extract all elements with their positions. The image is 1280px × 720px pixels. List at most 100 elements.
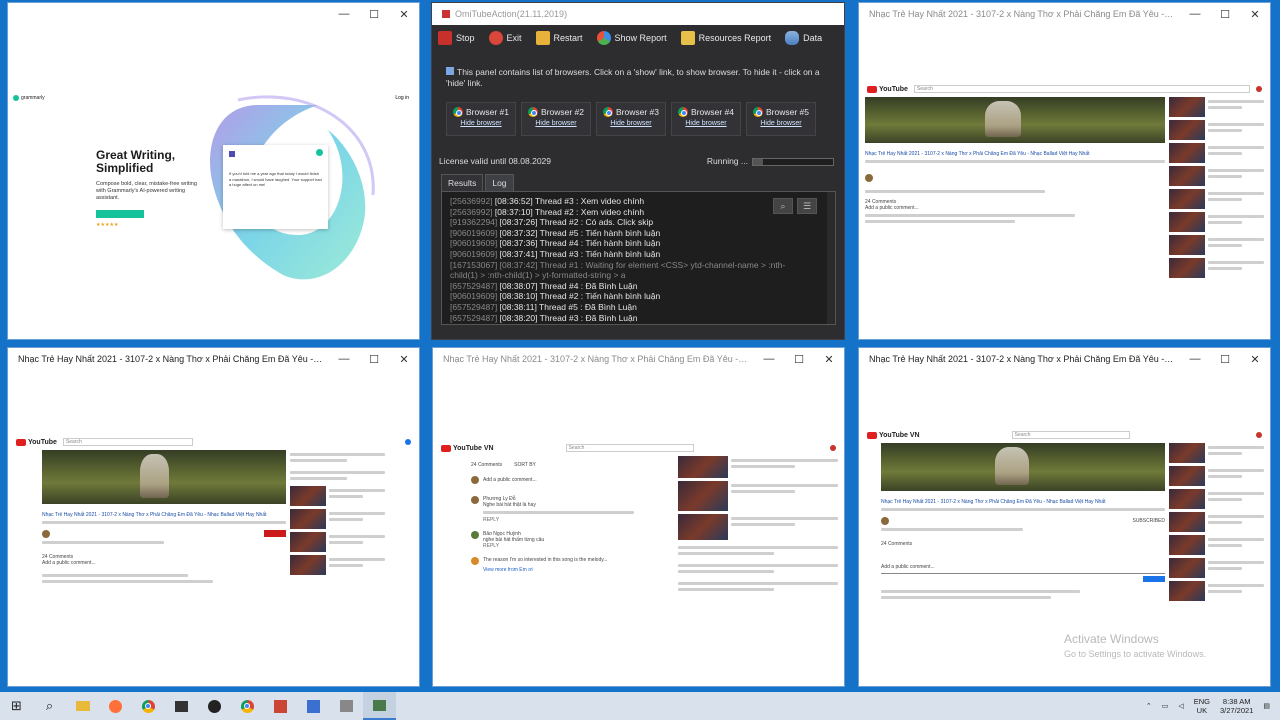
related-item[interactable] (1169, 258, 1264, 278)
related-item[interactable] (290, 468, 385, 483)
signup-button[interactable] (96, 210, 144, 218)
maximize-button[interactable]: ☐ (1210, 353, 1240, 366)
hide-browser-link[interactable]: Hide browser (747, 120, 815, 127)
log-menu-button[interactable]: ☰ (797, 198, 817, 214)
related-item[interactable] (290, 532, 385, 552)
window-titlebar[interactable]: Nhạc Trẻ Hay Nhất 2021 - 3107-2 x Nàng T… (8, 348, 419, 370)
reply-button[interactable]: REPLY (483, 543, 672, 549)
restart-button[interactable]: Restart (535, 31, 583, 45)
related-item[interactable] (678, 514, 838, 540)
start-button[interactable]: ⊞ (0, 692, 33, 720)
related-item[interactable] (1169, 466, 1264, 486)
youtube-search[interactable]: Search (565, 444, 694, 452)
related-item[interactable] (290, 509, 385, 529)
related-item[interactable] (678, 481, 838, 511)
log-box[interactable]: [25636992] [08:36:52] Thread #3 : Xem vi… (441, 191, 836, 325)
omitube-taskbar-icon[interactable] (363, 692, 396, 720)
browser-window-grammarly[interactable]: — ☐ ✕ grammarly Log in Great Writing, Si… (7, 2, 420, 340)
volume-icon[interactable]: ◁ (1178, 702, 1183, 710)
panel-titlebar[interactable]: OmiTubeAction(21.11.2019) (432, 3, 844, 25)
related-item[interactable] (1169, 558, 1264, 578)
related-item[interactable] (290, 486, 385, 506)
add-comment[interactable]: Add a public comment... (42, 560, 286, 566)
minimize-button[interactable]: — (329, 353, 359, 365)
obs-icon[interactable] (198, 692, 231, 720)
browser-window-youtube-3[interactable]: Nhạc Trẻ Hay Nhất 2021 - 3107-2 x Nàng T… (432, 347, 845, 687)
tab-log[interactable]: Log (485, 174, 514, 191)
related-item[interactable] (678, 561, 838, 576)
app-icon-dark[interactable] (165, 692, 198, 720)
exit-button[interactable]: Exit (488, 31, 522, 45)
log-scrollbar[interactable] (827, 192, 835, 324)
chevron-up-icon[interactable]: ⌃ (1146, 702, 1152, 710)
minimize-button[interactable]: — (1180, 8, 1210, 20)
video-player[interactable] (881, 443, 1165, 491)
related-item[interactable] (290, 555, 385, 575)
youtube-logo[interactable]: YouTube VN (441, 444, 494, 452)
maximize-button[interactable]: ☐ (359, 8, 389, 21)
related-item[interactable] (1169, 489, 1264, 509)
related-item[interactable] (1169, 143, 1264, 163)
subscribe-button[interactable] (264, 530, 286, 537)
minimize-button[interactable]: — (1180, 353, 1210, 365)
minimize-button[interactable]: — (329, 8, 359, 20)
video-player[interactable] (865, 97, 1165, 143)
related-item[interactable] (1169, 581, 1264, 601)
login-link[interactable]: Log in (395, 95, 409, 101)
related-item[interactable] (1169, 166, 1264, 186)
hide-browser-link[interactable]: Hide browser (597, 120, 665, 127)
youtube-search[interactable]: Search (62, 438, 193, 446)
file-explorer-icon[interactable] (66, 692, 99, 720)
related-item[interactable] (1169, 212, 1264, 232)
window-titlebar[interactable]: Nhạc Trẻ Hay Nhất 2021 - 3107-2 x Nàng T… (433, 348, 844, 370)
app-icon-red[interactable] (264, 692, 297, 720)
hide-browser-link[interactable]: Hide browser (522, 120, 590, 127)
maximize-button[interactable]: ☐ (359, 353, 389, 366)
add-comment[interactable]: Add a public comment... (483, 477, 537, 483)
close-button[interactable]: ✕ (389, 353, 419, 366)
app-icon-film[interactable] (330, 692, 363, 720)
youtube-search[interactable]: Search (913, 85, 1250, 93)
related-item[interactable] (1169, 512, 1264, 532)
log-search-button[interactable]: ⌕ (773, 198, 793, 214)
subscribe-button[interactable]: SUBSCRIBED (1132, 518, 1165, 524)
language-indicator[interactable]: ENG UK (1194, 697, 1210, 715)
avatar[interactable] (1256, 432, 1263, 438)
video-player[interactable] (42, 450, 286, 504)
comment-submit-button[interactable] (1143, 576, 1165, 582)
minimize-button[interactable]: — (754, 353, 784, 365)
related-item[interactable] (1169, 120, 1264, 140)
hide-browser-link[interactable]: Hide browser (672, 120, 740, 127)
view-more-link[interactable]: View more from Em ơi (483, 567, 672, 573)
related-item[interactable] (290, 450, 385, 465)
close-button[interactable]: ✕ (1240, 353, 1270, 366)
window-titlebar[interactable]: Nhạc Trẻ Hay Nhất 2021 - 3107-2 x Nàng T… (859, 3, 1270, 25)
youtube-logo[interactable]: YouTube (16, 438, 57, 446)
avatar[interactable] (1256, 86, 1262, 92)
related-item[interactable] (1169, 235, 1264, 255)
related-item[interactable] (1169, 97, 1264, 117)
related-item[interactable] (678, 543, 838, 558)
data-button[interactable]: Data (785, 31, 822, 45)
reply-button[interactable]: REPLY (483, 517, 672, 523)
hide-browser-link[interactable]: Hide browser (447, 120, 515, 127)
youtube-search[interactable]: Search (1011, 431, 1130, 439)
resources-report-button[interactable]: Resources Report (680, 31, 771, 45)
stop-button[interactable]: Stop (438, 31, 475, 45)
window-titlebar[interactable]: Nhạc Trẻ Hay Nhất 2021 - 3107-2 x Nàng T… (859, 348, 1270, 370)
comment-input[interactable]: Add a public comment... (881, 555, 1165, 574)
tab-results[interactable]: Results (441, 174, 484, 191)
app-icon-blue[interactable] (297, 692, 330, 720)
add-comment[interactable]: Add a public comment... (865, 205, 1165, 211)
omitube-panel-window[interactable]: OmiTubeAction(21.11.2019) Stop Exit Rest… (431, 2, 845, 340)
avatar[interactable] (830, 445, 837, 451)
sort-button[interactable]: SORT BY (514, 462, 536, 468)
close-button[interactable]: ✕ (389, 8, 419, 21)
related-item[interactable] (1169, 443, 1264, 463)
close-button[interactable]: ✕ (814, 353, 844, 366)
search-icon[interactable]: ⌕ (33, 692, 66, 720)
avatar[interactable] (405, 439, 411, 445)
maximize-button[interactable]: ☐ (1210, 8, 1240, 21)
network-icon[interactable]: ▭ (1162, 702, 1169, 710)
related-item[interactable] (1169, 535, 1264, 555)
